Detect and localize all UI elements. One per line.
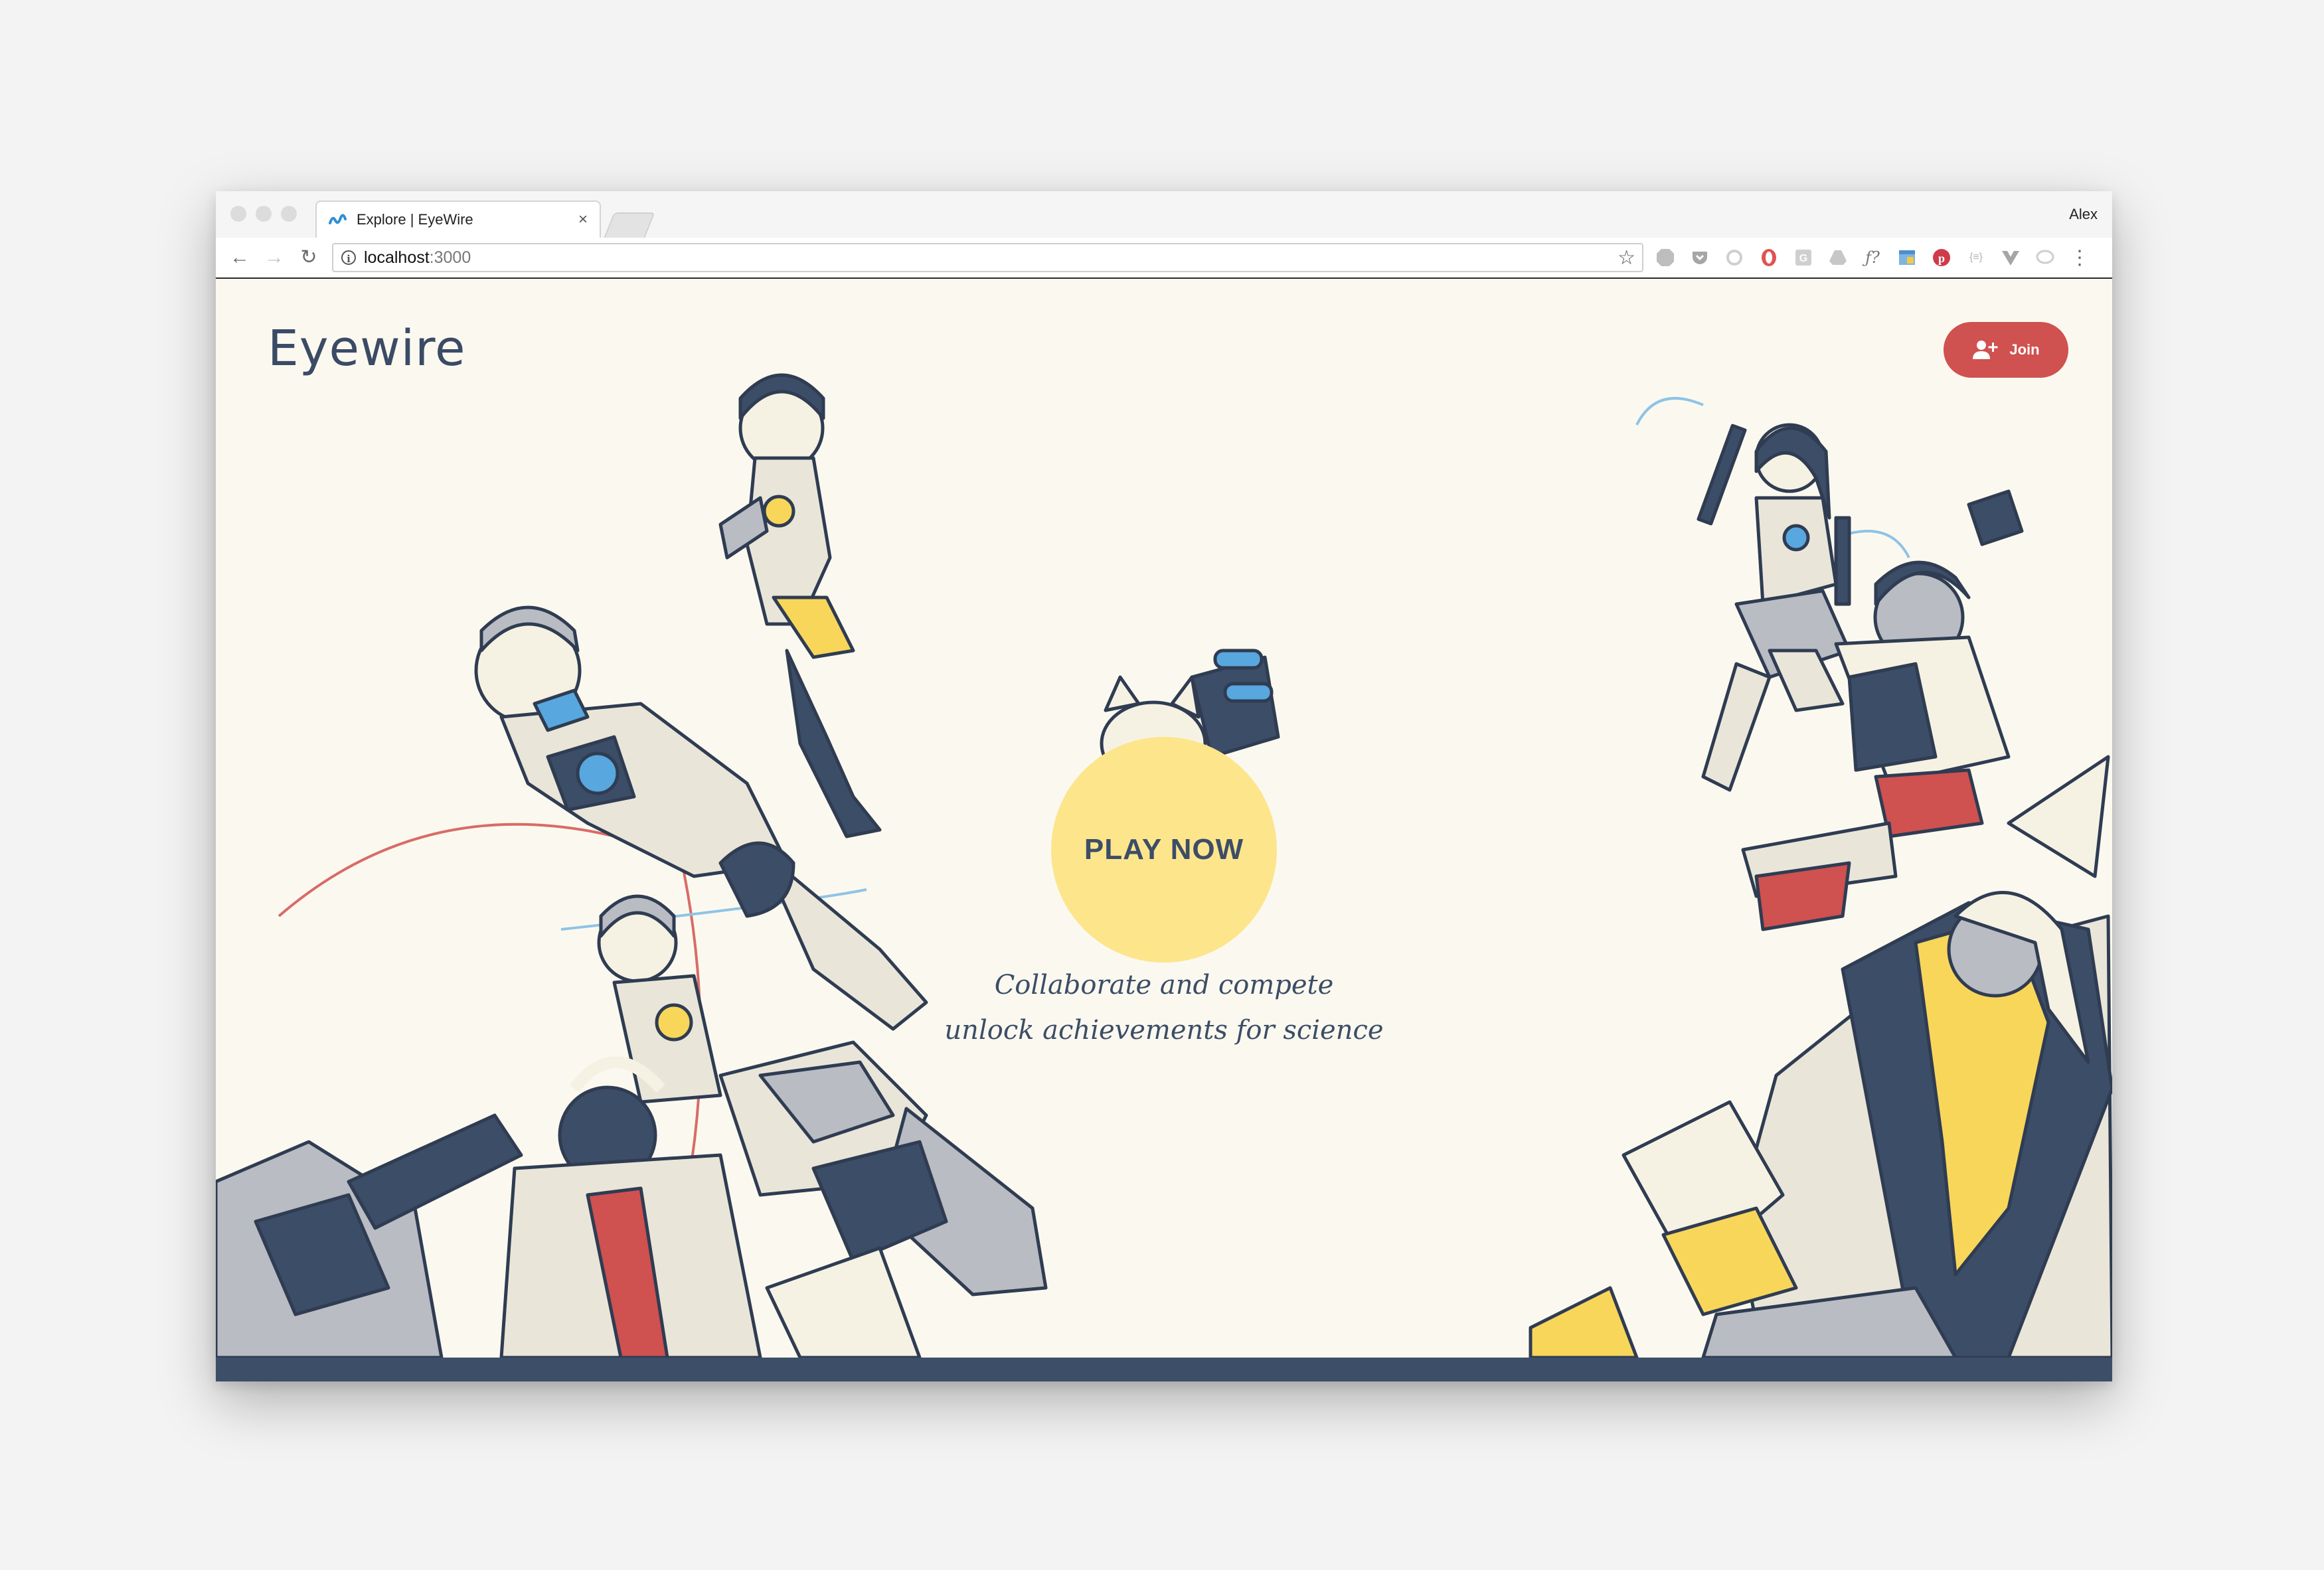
g-icon[interactable]: G bbox=[1791, 246, 1815, 270]
profile-name[interactable]: Alex bbox=[2069, 206, 2098, 223]
drive-icon[interactable] bbox=[1826, 246, 1850, 270]
close-tab-icon[interactable]: × bbox=[578, 210, 588, 229]
extensions-bar: G ƒ? p {≡} ⋮ bbox=[1653, 246, 2092, 270]
page-content: Eyewire Join PLAY NOW Collaborate and co… bbox=[216, 279, 2112, 1381]
browser-toolbar: ← → ↻ i localhost:3000 ☆ G ƒ? p {≡} ⋮ bbox=[216, 238, 2112, 279]
close-window-button[interactable] bbox=[230, 206, 246, 222]
url-port: :3000 bbox=[429, 248, 471, 267]
menu-kebab-icon[interactable]: ⋮ bbox=[2068, 246, 2092, 270]
tagline-line-1: Collaborate and compete bbox=[994, 970, 1334, 1000]
forward-icon[interactable]: → bbox=[262, 246, 286, 270]
fx-icon[interactable]: ƒ? bbox=[1861, 246, 1884, 270]
add-user-icon bbox=[1973, 341, 1998, 359]
tab-strip: Explore | EyeWire × Alex bbox=[216, 191, 2112, 238]
tagline-line-2: unlock achievements for science bbox=[944, 1015, 1384, 1046]
footer-bar bbox=[216, 1358, 2112, 1381]
pocket-icon[interactable] bbox=[1688, 246, 1712, 270]
pinterest-icon[interactable]: p bbox=[1930, 246, 1953, 270]
browser-window: Explore | EyeWire × Alex ← → ↻ i localho… bbox=[216, 191, 2112, 1381]
vue-icon[interactable] bbox=[1999, 246, 2023, 270]
reload-icon[interactable]: ↻ bbox=[297, 246, 321, 270]
abp-icon[interactable] bbox=[1653, 246, 1677, 270]
join-label: Join bbox=[2009, 341, 2040, 358]
tab-active[interactable]: Explore | EyeWire × bbox=[315, 200, 601, 238]
bookmark-star-icon[interactable]: ☆ bbox=[1618, 246, 1635, 270]
minimize-window-button[interactable] bbox=[256, 206, 272, 222]
chat-icon[interactable] bbox=[2033, 246, 2057, 270]
tab-title: Explore | EyeWire bbox=[357, 211, 473, 228]
info-icon[interactable]: i bbox=[341, 250, 356, 265]
address-bar[interactable]: i localhost:3000 ☆ bbox=[332, 243, 1643, 272]
svg-text:G: G bbox=[1799, 253, 1807, 264]
eyewire-logo[interactable]: Eyewire bbox=[268, 320, 465, 377]
play-now-button[interactable]: PLAY NOW bbox=[1051, 737, 1277, 963]
zoom-window-button[interactable] bbox=[281, 206, 297, 222]
json-icon[interactable]: {≡} bbox=[1964, 246, 1988, 270]
play-now-label: PLAY NOW bbox=[1084, 833, 1244, 866]
opera-icon[interactable] bbox=[1757, 246, 1781, 270]
eyewire-favicon-icon bbox=[329, 214, 347, 224]
window-icon[interactable] bbox=[1895, 246, 1919, 270]
sync-icon[interactable] bbox=[1722, 246, 1746, 270]
url-host: localhost bbox=[364, 248, 430, 267]
new-tab-button[interactable] bbox=[604, 212, 655, 238]
tagline: Collaborate and compete unlock achieveme… bbox=[898, 963, 1430, 1053]
window-controls bbox=[230, 206, 297, 222]
svg-text:p: p bbox=[1938, 252, 1945, 265]
back-icon[interactable]: ← bbox=[228, 246, 252, 270]
join-button[interactable]: Join bbox=[1944, 322, 2068, 378]
